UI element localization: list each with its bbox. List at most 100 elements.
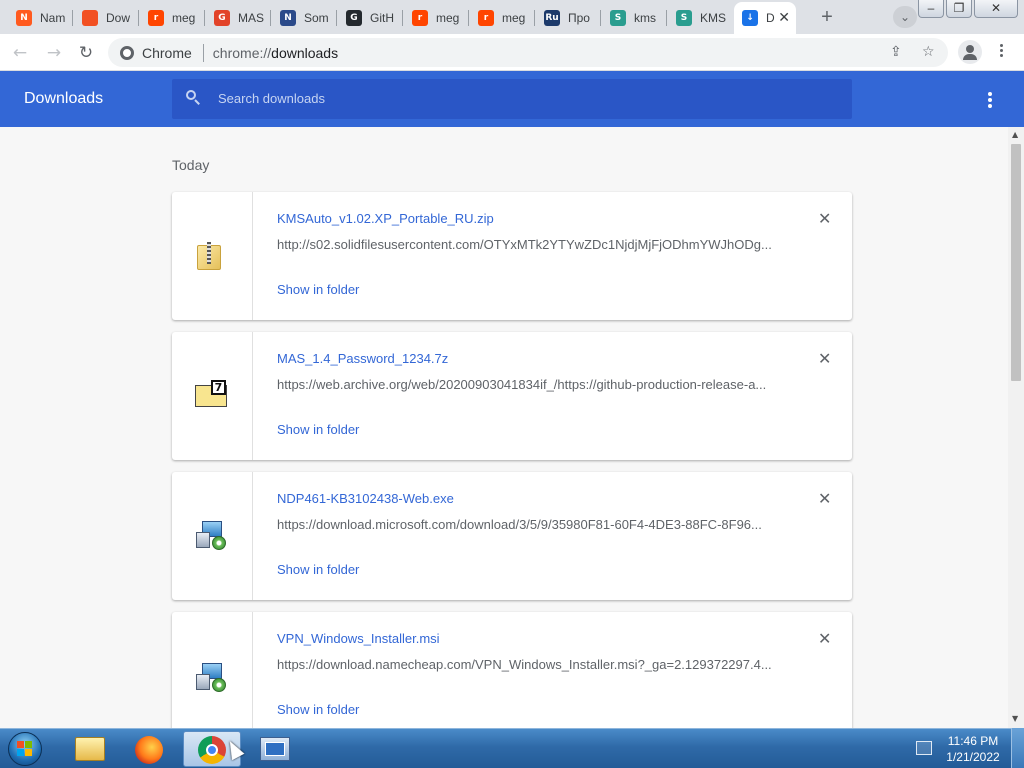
browser-tab[interactable]: Skms [602, 4, 664, 32]
reddit-icon: r [148, 10, 164, 26]
file-icon-column [172, 472, 253, 600]
show-desktop-button[interactable] [1011, 728, 1024, 768]
tab-title: meg [172, 11, 196, 25]
chrome-icon [198, 736, 226, 764]
url-path: downloads [271, 44, 339, 61]
tab-search-button[interactable]: ⌄ [893, 6, 917, 28]
clock-time: 11:46 PM [947, 734, 999, 748]
tab-separator [138, 10, 139, 26]
file-source-url[interactable]: https://download.microsoft.com/download/… [277, 517, 777, 532]
browser-tab[interactable]: Ru Про [536, 4, 598, 32]
download-item: KMSAuto_v1.02.XP_Portable_RU.zip http://… [172, 192, 852, 320]
remove-item-close-icon[interactable]: ✕ [818, 349, 831, 368]
browser-tab[interactable]: ↓ D ✕ [734, 2, 796, 34]
window-controls: – ❐ ✕ [916, 0, 1018, 18]
remove-item-close-icon[interactable]: ✕ [818, 209, 831, 228]
show-in-folder-link[interactable]: Show in folder [277, 282, 359, 297]
browser-tab[interactable]: Dow [74, 4, 136, 32]
tab-title: Dow [106, 11, 131, 25]
browser-tab[interactable]: r meg [404, 4, 466, 32]
windows-flag-icon [17, 741, 33, 757]
clock-date: 1/21/2022 [946, 750, 1000, 764]
tab-strip: N Nam Dow r meg G MAS N Som G GitH r meg r meg Ru Про Skm… [0, 0, 1024, 34]
tab-separator [336, 10, 337, 26]
browser-tab[interactable]: N Som [272, 4, 334, 32]
system-clock[interactable]: 11:46 PM 1/21/2022 [940, 733, 1006, 765]
file-name-link[interactable]: KMSAuto_v1.02.XP_Portable_RU.zip [277, 211, 494, 226]
tab-title: GitH [370, 11, 394, 25]
start-button[interactable] [3, 730, 47, 768]
file-icon-column: 7 [172, 332, 253, 460]
download-icon: ↓ [742, 10, 758, 26]
browser-tab[interactable]: N Nam [8, 4, 70, 32]
tab-separator [468, 10, 469, 26]
tab-separator [72, 10, 73, 26]
file-source-url[interactable]: http://s02.solidfilesusercontent.com/OTY… [277, 237, 777, 252]
url-scheme: chrome:// [212, 44, 272, 61]
microsoft-logo-icon [82, 10, 98, 26]
bookmark-star-icon[interactable]: ☆ [922, 44, 935, 60]
solidfiles-icon: S [676, 10, 692, 26]
file-name-link[interactable]: MAS_1.4_Password_1234.7z [277, 351, 448, 366]
taskbar-control-panel[interactable] [245, 731, 303, 767]
tab-separator [270, 10, 271, 26]
remove-item-close-icon[interactable]: ✕ [818, 629, 831, 648]
gitlab-icon: G [214, 10, 230, 26]
search-downloads-field[interactable]: Search downloads [172, 79, 852, 119]
chrome-logo-icon [120, 45, 134, 60]
address-bar[interactable]: Chrome chrome:// downloads ⇪ ☆ [108, 38, 948, 67]
minimize-button[interactable]: – [918, 0, 944, 18]
n-blue-icon: N [280, 10, 296, 26]
browser-tab[interactable]: r meg [140, 4, 202, 32]
show-in-folder-link[interactable]: Show in folder [277, 422, 359, 437]
browser-tab[interactable]: S KMS [668, 4, 730, 32]
remove-item-close-icon[interactable]: ✕ [818, 489, 831, 508]
close-window-button[interactable]: ✕ [974, 0, 1018, 18]
file-name-link[interactable]: VPN_Windows_Installer.msi [277, 631, 440, 646]
chrome-chip: Chrome [108, 45, 192, 61]
browser-tab[interactable]: r meg [470, 4, 532, 32]
network-tray-icon[interactable] [916, 741, 932, 755]
file-source-url[interactable]: https://web.archive.org/web/202009030418… [277, 377, 777, 392]
browser-menu-icon[interactable] [1000, 44, 1004, 59]
profile-avatar-icon[interactable] [958, 40, 982, 64]
downloads-menu-icon[interactable] [988, 92, 992, 110]
taskbar-firefox[interactable] [121, 731, 179, 767]
tab-title: kms [634, 11, 656, 25]
scroll-down-arrow-icon[interactable]: ▼ [1012, 714, 1018, 723]
downloads-list: Today KMSAuto_v1.02.XP_Portable_RU.zip h… [0, 127, 1008, 728]
reddit-icon: r [478, 10, 494, 26]
page-title: Downloads [24, 90, 104, 107]
chrome-chip-label: Chrome [142, 44, 192, 61]
downloads-header: Downloads Search downloads [0, 71, 1024, 127]
browser-tab[interactable]: G MAS [206, 4, 268, 32]
download-item: VPN_Windows_Installer.msi https://downlo… [172, 612, 852, 728]
windows-taskbar [0, 728, 1024, 768]
download-item: NDP461-KB3102438-Web.exe https://downloa… [172, 472, 852, 600]
browser-toolbar: ← → ↻ Chrome chrome:// downloads ⇪ ☆ [0, 34, 1024, 71]
tab-title: Nam [40, 11, 66, 25]
file-name-link[interactable]: NDP461-KB3102438-Web.exe [277, 491, 454, 506]
forward-arrow-icon[interactable]: → [42, 41, 66, 65]
n-logo-icon: N [16, 10, 32, 26]
file-source-url[interactable]: https://download.namecheap.com/VPN_Windo… [277, 657, 777, 672]
tab-title: meg [436, 11, 460, 25]
maximize-button[interactable]: ❐ [946, 0, 972, 18]
reload-icon[interactable]: ↻ [74, 41, 98, 65]
show-in-folder-link[interactable]: Show in folder [277, 702, 359, 717]
network-window-icon [260, 737, 290, 761]
scrollbar-thumb[interactable] [1011, 144, 1021, 381]
tab-separator [600, 10, 601, 26]
installer-exe-icon [196, 520, 228, 552]
vertical-scrollbar[interactable]: ▲ ▼ [1008, 127, 1024, 728]
browser-tab[interactable]: G GitH [338, 4, 400, 32]
taskbar-explorer[interactable] [60, 731, 118, 767]
scroll-up-arrow-icon[interactable]: ▲ [1012, 130, 1018, 139]
tab-separator [666, 10, 667, 26]
back-arrow-icon[interactable]: ← [8, 41, 32, 65]
new-tab-button[interactable]: + [815, 6, 839, 30]
tab-close-icon[interactable]: ✕ [778, 10, 790, 24]
show-in-folder-link[interactable]: Show in folder [277, 562, 359, 577]
share-icon[interactable]: ⇪ [890, 44, 902, 60]
ru-board-icon: Ru [544, 10, 560, 26]
